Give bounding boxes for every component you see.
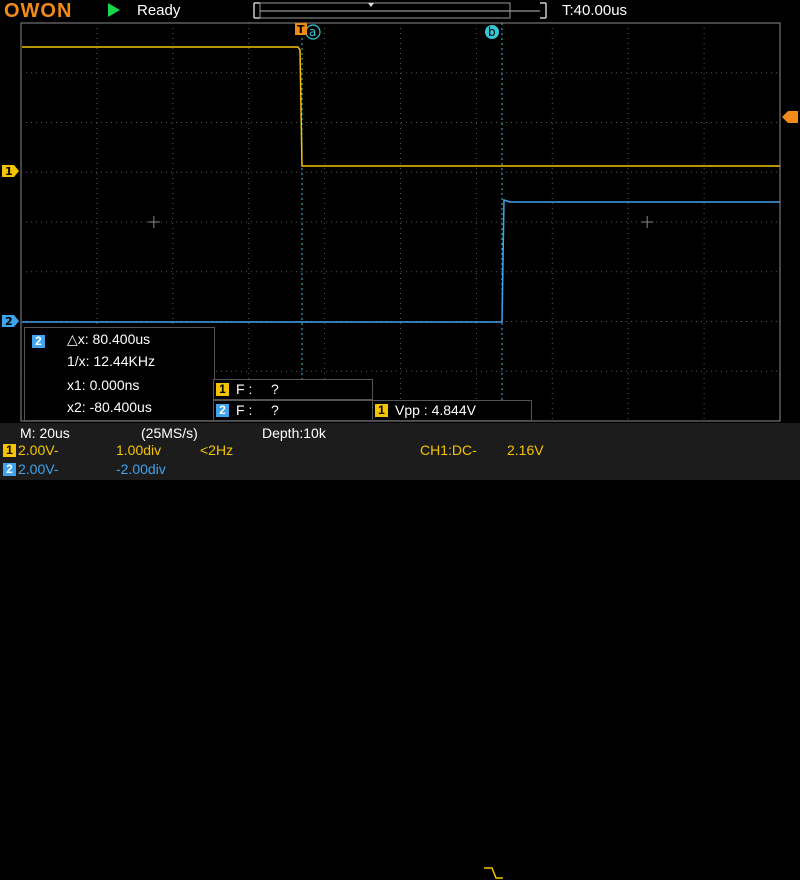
record-depth[interactable]: Depth:10k [262,425,326,441]
trigger-time-marker-label: T [297,23,305,36]
rising-edge-icon [484,867,503,879]
ch2-badge[interactable]: 2 [3,463,16,476]
trigger-level-marker-icon [782,111,798,123]
ch2-volts-per-div[interactable]: 2.00V- [18,461,58,477]
ch1-frequency-box: 1 F : ? [213,379,373,400]
ch2-frequency-value: ? [271,402,279,418]
inverse-x-readout: 1/x: 12.44KHz [67,353,155,369]
cursor-b-label: b [488,25,496,39]
ch1-vpp-box: 1 Vpp : 4.844V [372,400,532,421]
x1-readout: x1: 0.000ns [67,377,140,393]
cursor-panel-channel-badge: 2 [32,335,45,348]
cursor-measurement-panel: 2 △x: 80.400us 1/x: 12.44KHz x1: 0.000ns… [24,327,215,421]
trigger-level[interactable]: 2.16V [507,442,544,458]
bottom-status-bar: M: 20us (25MS/s) Depth:10k 1 2.00V- 1.00… [0,423,800,879]
ch2-frequency-badge: 2 [216,404,229,417]
cursor-a-label: a [309,25,316,39]
delta-x-readout: △x: 80.400us [67,331,151,347]
ch1-vpp-value: Vpp : 4.844V [395,402,476,418]
sample-rate: (25MS/s) [141,425,198,441]
horizontal-timebase[interactable]: M: 20us [20,425,70,441]
ch2-frequency-box: 2 F : ? [213,400,373,421]
ch1-level-marker-label: 1 [5,165,13,178]
x2-readout: x2: -80.400us [67,399,152,415]
ch2-level-marker-label: 2 [5,315,13,328]
ch1-volts-per-div[interactable]: 2.00V- [18,442,58,458]
ch1-frequency-badge: 1 [216,383,229,396]
ch1-frequency-label: F : [236,381,253,397]
ch2-frequency-label: F : [236,402,253,418]
ch1-badge[interactable]: 1 [3,444,16,457]
ch1-frequency-value: ? [271,381,279,397]
trigger-source[interactable]: CH1:DC- [420,442,477,458]
ch2-offset[interactable]: -2.00div [116,461,166,477]
ch1-frequency: <2Hz [200,442,234,458]
ch1-vpp-badge: 1 [375,404,388,417]
ch1-offset[interactable]: 1.00div [116,442,161,458]
